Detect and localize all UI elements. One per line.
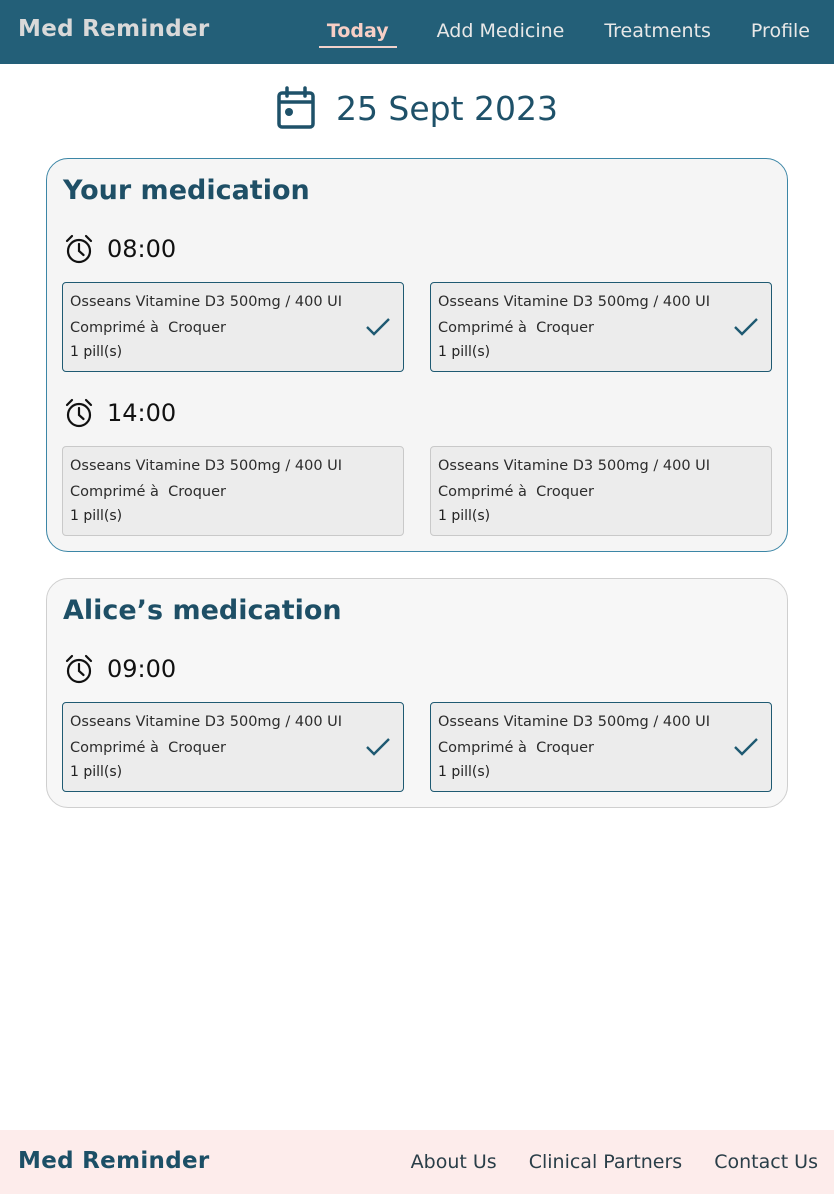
footer-nav: About Us Clinical Partners Contact Us	[379, 1130, 818, 1194]
medication-item[interactable]: Osseans Vitamine D3 500mg / 400 UI Compr…	[430, 282, 772, 372]
section-title: Alice’s medication	[63, 595, 342, 626]
top-navbar: Med Reminder Today Add Medicine Treatmen…	[0, 0, 834, 64]
medication-form: Comprimé à Croquer	[438, 484, 594, 500]
medication-name: Osseans Vitamine D3 500mg / 400 UI	[438, 714, 711, 730]
nav-profile[interactable]: Profile	[751, 16, 810, 48]
nav-add-medicine[interactable]: Add Medicine	[437, 16, 565, 48]
medication-name: Osseans Vitamine D3 500mg / 400 UI	[70, 458, 343, 474]
check-icon[interactable]	[733, 737, 759, 757]
medication-item[interactable]: Osseans Vitamine D3 500mg / 400 UI Compr…	[430, 702, 772, 792]
slot-time: 14:00	[107, 399, 177, 427]
alice-medication-card: Alice’s medication 09:00 Osseans Vitamin…	[46, 578, 788, 808]
footer-link-contact-us[interactable]: Contact Us	[714, 1151, 818, 1173]
check-icon[interactable]	[733, 317, 759, 337]
alarm-clock-icon	[65, 654, 93, 684]
medication-quantity: 1 pill(s)	[70, 344, 123, 360]
footer-link-about-us[interactable]: About Us	[411, 1151, 497, 1173]
check-icon[interactable]	[365, 737, 391, 757]
medication-form: Comprimé à Croquer	[70, 740, 226, 756]
main-nav: Today Add Medicine Treatments Profile	[318, 0, 810, 64]
alarm-clock-icon	[65, 234, 93, 264]
medication-item[interactable]: Osseans Vitamine D3 500mg / 400 UI Compr…	[430, 446, 772, 536]
time-slot-header: 09:00	[63, 653, 176, 685]
medication-form: Comprimé à Croquer	[70, 320, 226, 336]
medication-quantity: 1 pill(s)	[438, 764, 491, 780]
check-icon[interactable]	[365, 317, 391, 337]
medication-quantity: 1 pill(s)	[70, 764, 123, 780]
section-title: Your medication	[63, 175, 310, 206]
medication-item[interactable]: Osseans Vitamine D3 500mg / 400 UI Compr…	[62, 702, 404, 792]
alarm-clock-icon	[65, 398, 93, 428]
time-slot-header: 14:00	[63, 397, 176, 429]
nav-today[interactable]: Today	[318, 16, 397, 48]
medication-form: Comprimé à Croquer	[438, 320, 594, 336]
medication-item[interactable]: Osseans Vitamine D3 500mg / 400 UI Compr…	[62, 446, 404, 536]
brand-logo[interactable]: Med Reminder	[18, 16, 210, 42]
current-date: 25 Sept 2023	[335, 88, 559, 128]
medication-name: Osseans Vitamine D3 500mg / 400 UI	[70, 294, 343, 310]
medication-name: Osseans Vitamine D3 500mg / 400 UI	[438, 458, 711, 474]
medication-quantity: 1 pill(s)	[438, 344, 491, 360]
footer: Med Reminder About Us Clinical Partners …	[0, 1130, 834, 1194]
slot-time: 09:00	[107, 655, 177, 683]
your-medication-card: Your medication 08:00 Osseans Vitamine D…	[46, 158, 788, 552]
date-header: 25 Sept 2023	[0, 86, 834, 130]
footer-link-clinical-partners[interactable]: Clinical Partners	[529, 1151, 683, 1173]
footer-brand-logo[interactable]: Med Reminder	[18, 1148, 210, 1174]
nav-treatments[interactable]: Treatments	[604, 16, 711, 48]
medication-form: Comprimé à Croquer	[438, 740, 594, 756]
slot-time: 08:00	[107, 235, 177, 263]
medication-name: Osseans Vitamine D3 500mg / 400 UI	[70, 714, 343, 730]
medication-item[interactable]: Osseans Vitamine D3 500mg / 400 UI Compr…	[62, 282, 404, 372]
time-slot-header: 08:00	[63, 233, 176, 265]
medication-quantity: 1 pill(s)	[438, 508, 491, 524]
medication-name: Osseans Vitamine D3 500mg / 400 UI	[438, 294, 711, 310]
medication-form: Comprimé à Croquer	[70, 484, 226, 500]
medication-quantity: 1 pill(s)	[70, 508, 123, 524]
calendar-icon	[277, 86, 315, 129]
